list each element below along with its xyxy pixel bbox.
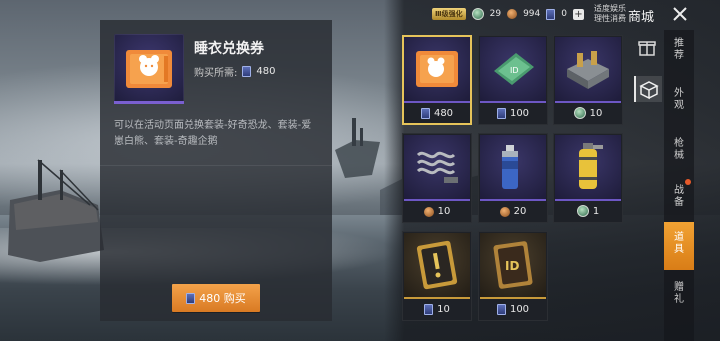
voucher-currency-icon [546, 8, 556, 20]
notice-line-2: 理性消费 [594, 14, 626, 23]
voucher-currency-icon [420, 108, 430, 119]
item-price: 10 [402, 304, 472, 315]
green-coin-icon [471, 8, 484, 20]
bronze-coin-icon [423, 206, 434, 217]
voucher-currency-icon [242, 66, 252, 77]
item-description: 可以在活动页面兑换套装-好奇恐龙、套装-爱崽白熊、套装-奇趣企鹅 [114, 120, 312, 147]
close-button[interactable] [668, 2, 692, 26]
rarity-bar [404, 199, 470, 201]
item-price-value: 1 [592, 205, 600, 217]
price-row: 购买所需: 480 [194, 64, 275, 79]
tab-gifts[interactable]: 赠礼 [664, 282, 694, 306]
category-icon-strip [632, 30, 662, 341]
item-tile[interactable]: 20 [478, 133, 548, 223]
rarity-bar [480, 101, 546, 103]
divider [100, 165, 332, 166]
item-tile[interactable]: 10 [553, 35, 623, 125]
item-title: 睡衣兑换券 [194, 41, 264, 57]
green-coin-value: 29 [489, 9, 502, 19]
item-tile[interactable]: ID 100 [478, 231, 548, 321]
tab-label: 外观 [674, 88, 684, 111]
item-tile[interactable]: 10 [402, 231, 472, 321]
item-price-value: 100 [509, 108, 530, 119]
event-badge[interactable]: Ⅲ级强化 [432, 8, 466, 20]
voucher-currency-icon [424, 304, 434, 315]
shop-title: 商城 [628, 10, 655, 25]
item-price: 20 [478, 206, 548, 217]
green-coin-icon [576, 205, 589, 217]
notice-line-1: 适度娱乐 [594, 4, 626, 13]
item-price: 10 [402, 206, 472, 217]
tab-label: 推荐 [674, 38, 684, 61]
item-price: 100 [478, 304, 548, 315]
tab-label: 战备 [674, 185, 684, 208]
tab-label: 枪械 [674, 138, 684, 161]
box-icon [639, 81, 659, 100]
buy-button[interactable]: 480 购买 [172, 284, 260, 312]
voucher-currency-icon [496, 304, 506, 315]
item-price-value: 10 [437, 304, 450, 315]
svg-text:ID: ID [505, 259, 519, 273]
rarity-bar [404, 297, 470, 299]
health-notice: 适度娱乐 理性消费 [594, 4, 626, 24]
rarity-bar [555, 199, 621, 201]
item-price-value: 480 [433, 108, 454, 119]
tab-recommend[interactable]: 推荐 [664, 38, 694, 62]
item-price: 100 [478, 108, 548, 119]
tab-label: 赠礼 [674, 282, 684, 305]
rarity-bar [480, 199, 546, 201]
tab-label: 道具 [674, 232, 684, 255]
close-icon [673, 7, 687, 21]
tab-gear[interactable]: 战备 [664, 185, 694, 209]
smoke-grenade-icon [555, 135, 621, 199]
item-price-value: 10 [437, 206, 451, 217]
gift-category-button[interactable] [634, 34, 660, 60]
price-label: 购买所需: [194, 68, 238, 79]
add-currency-button[interactable]: + [573, 8, 584, 20]
item-tile[interactable]: ID 100 [478, 35, 548, 125]
currency-bar: Ⅲ级强化 29 994 0 + [432, 5, 584, 23]
bronze-coin-icon [499, 206, 510, 217]
rarity-bar [114, 101, 184, 104]
item-price: 1 [553, 205, 623, 217]
item-price-value: 100 [509, 304, 530, 315]
spray-can-icon [480, 135, 546, 199]
bronze-coin-value: 994 [523, 9, 541, 19]
category-tabs: 推荐 外观 枪械 战备 道具 赠礼 [664, 30, 694, 341]
new-notification-dot [685, 179, 691, 185]
item-price: 480 [402, 108, 472, 119]
item-tile[interactable]: 480 [402, 35, 472, 125]
rarity-bar [555, 101, 621, 103]
pajama-voucher-large-icon [114, 34, 184, 104]
bronze-coin-icon [507, 9, 518, 19]
item-detail-panel: 睡衣兑换券 购买所需: 480 可以在活动页面兑换套装-好奇恐龙、套装-爱崽白熊… [100, 20, 332, 321]
price-value: 480 [256, 66, 276, 77]
rarity-bar [480, 297, 546, 299]
tab-appearance[interactable]: 外观 [664, 88, 694, 112]
tab-weapons[interactable]: 枪械 [664, 138, 694, 162]
voucher-value: 0 [561, 9, 567, 19]
item-tile[interactable]: 1 [553, 133, 623, 223]
alert-card-icon [404, 233, 470, 297]
voucher-currency-icon [496, 108, 506, 119]
pajama-voucher-icon [404, 37, 470, 101]
buy-button-label: 480 购买 [199, 292, 246, 305]
rename-card-icon: ID [480, 37, 546, 101]
id-card-icon: ID [480, 233, 546, 297]
items-category-button[interactable] [634, 76, 662, 102]
item-price-value: 20 [513, 206, 527, 217]
supply-crate-icon [555, 37, 621, 101]
svg-text:ID: ID [510, 66, 519, 75]
spring-part-icon [404, 135, 470, 199]
voucher-currency-icon [186, 292, 196, 304]
gift-icon [638, 41, 656, 56]
tab-items[interactable]: 道具 [664, 222, 694, 270]
rarity-bar [404, 101, 470, 103]
item-price-value: 10 [589, 107, 603, 119]
green-coin-icon [573, 107, 586, 119]
item-price: 10 [553, 107, 623, 119]
item-tile[interactable]: 10 [402, 133, 472, 223]
